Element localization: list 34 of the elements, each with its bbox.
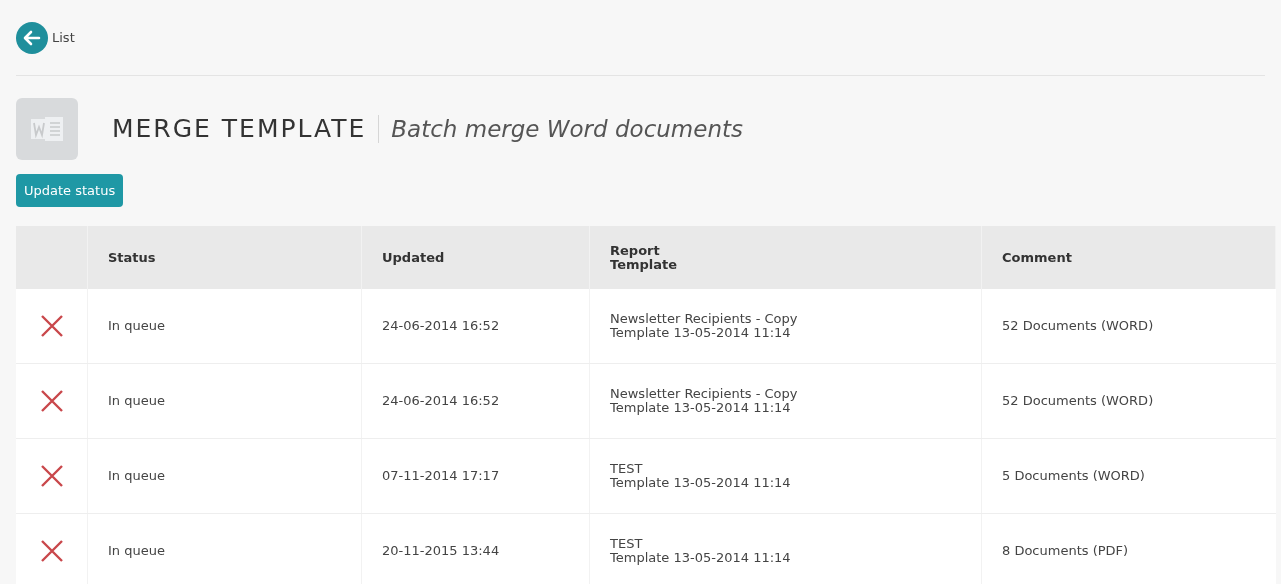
report-template-text: Newsletter Recipients - Copy [610, 312, 799, 326]
comment-text: 52 Documents (WORD) [1002, 317, 1154, 336]
status-text: In queue [108, 467, 165, 486]
status-text: In queue [108, 392, 165, 411]
delete-icon[interactable] [39, 389, 64, 413]
report-template-text: Template 13-05-2014 11:14 [610, 326, 791, 340]
report-template-text: Template 13-05-2014 11:14 [610, 401, 791, 415]
word-document-icon [16, 98, 78, 160]
column-header: Report Template [610, 243, 678, 272]
column-header: Status [108, 250, 156, 265]
status-text: In queue [108, 317, 165, 336]
report-template-text: Template 13-05-2014 11:14 [610, 551, 792, 565]
back-link[interactable]: List [52, 27, 75, 48]
delete-icon[interactable] [39, 314, 64, 338]
report-template-text: TEST [610, 462, 644, 476]
page-subtitle: Batch merge Word documents [391, 114, 743, 144]
report-template-text: Newsletter Recipients - Copy [610, 387, 799, 401]
updated-date: 07-11-2014 17:17 [382, 467, 500, 486]
page-title: MERGE TEMPLATE [112, 113, 367, 146]
updated-date: 20-11-2015 13:44 [382, 542, 500, 561]
delete-icon[interactable] [39, 464, 64, 488]
updated-date: 24-06-2014 16:52 [382, 317, 500, 336]
report-template-text: TEST [610, 537, 644, 551]
back-arrow-icon [23, 29, 41, 46]
comment-text: 5 Documents (WORD) [1002, 467, 1145, 486]
comment-text: 52 Documents (WORD) [1002, 392, 1154, 411]
delete-icon[interactable] [39, 539, 64, 563]
column-header: Updated [382, 250, 445, 265]
column-header: Comment [1002, 250, 1072, 265]
updated-date: 24-06-2014 16:52 [382, 392, 500, 411]
report-template-text: Template 13-05-2014 11:14 [610, 476, 792, 490]
comment-text: 8 Documents (PDF) [1002, 542, 1129, 561]
status-text: In queue [108, 542, 165, 561]
back-button[interactable] [16, 21, 48, 54]
